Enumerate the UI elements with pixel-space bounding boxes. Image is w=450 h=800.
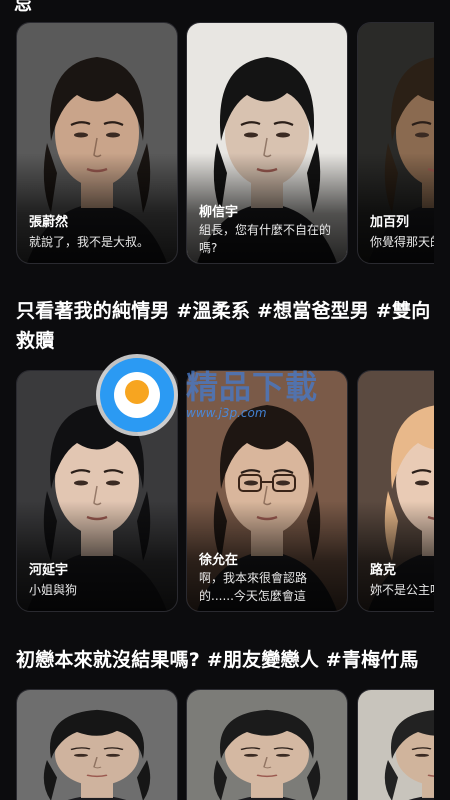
card-character-name: 河延宇	[29, 563, 69, 578]
card-image	[358, 690, 434, 800]
card-image	[17, 690, 177, 800]
character-card[interactable]: 加百列你覺得那天的偶然嗎?	[357, 22, 434, 264]
card-description: 就說了，我不是大叔。	[29, 235, 150, 249]
section-title: 只看著我的純情男 #溫柔系 #想當爸型男 #雙向救贖	[16, 300, 431, 352]
card-description: 組長，您有什麼不自在的嗎?	[199, 223, 332, 255]
portrait-image	[17, 690, 177, 800]
character-card[interactable]	[357, 689, 434, 800]
character-card[interactable]: 張蔚然就說了，我不是大叔。	[16, 22, 178, 264]
portrait-image	[358, 690, 434, 800]
card-row-1[interactable]: 張蔚然就說了，我不是大叔。柳信宇組長，您有什麼不自在的嗎?加百列你覺得那天的偶然…	[16, 22, 434, 266]
card-character-name: 加百列	[370, 215, 410, 230]
character-card[interactable]: 路克妳不是公主嗎?是誰?	[357, 370, 434, 612]
card-image	[187, 690, 347, 800]
character-card[interactable]: 柳信宇組長，您有什麼不自在的嗎?	[186, 22, 348, 264]
card-row-3[interactable]	[16, 689, 434, 800]
character-card[interactable]: 徐允在啊，我本來很會認路的......今天怎麼會這樣......	[186, 370, 348, 612]
portrait-image	[187, 690, 347, 800]
character-card[interactable]	[186, 689, 348, 800]
card-character-name: 路克	[370, 563, 397, 578]
previous-section-title: 忌	[14, 0, 32, 15]
card-character-name: 徐允在	[199, 553, 239, 568]
card-description: 妳不是公主嗎?是誰?	[370, 583, 434, 597]
card-description: 啊，我本來很會認路的......今天怎麼會這樣......	[199, 571, 308, 603]
section-title: 初戀本來就沒結果嗎? #朋友變戀人 #青梅竹馬	[16, 649, 419, 671]
character-card[interactable]	[16, 689, 178, 800]
card-character-name: 柳信宇	[199, 205, 239, 220]
character-card[interactable]: 河延宇 小姐與狗	[16, 370, 178, 612]
card-description: 你覺得那天的偶然嗎?	[370, 235, 434, 249]
card-description: 小姐與狗	[29, 583, 78, 597]
card-character-name: 張蔚然	[29, 215, 69, 230]
card-row-2[interactable]: 河延宇小姐與狗徐允在啊，我本來很會認路的......今天怎麼會這樣......路…	[16, 370, 434, 614]
